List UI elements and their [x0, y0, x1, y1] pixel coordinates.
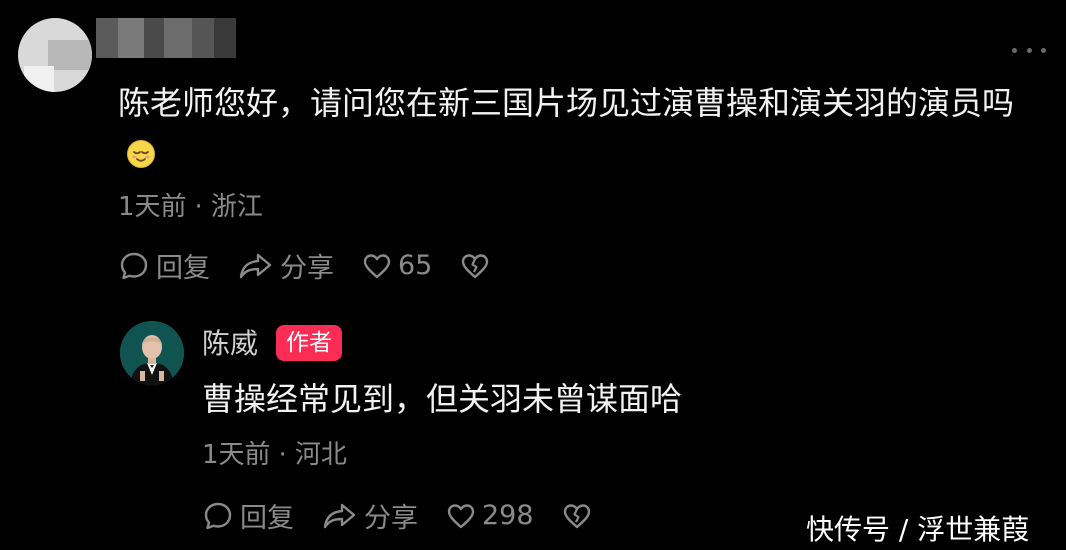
comment-bubble-icon: [120, 252, 148, 279]
comment-body: 陈老师您好，请问您在新三国片场见过演曹操和演关羽的演员吗: [118, 78, 1038, 178]
meta-separator: ·: [194, 192, 203, 222]
reply-action-bar: 回复 分享 298: [202, 496, 620, 535]
author-badge: 作者: [276, 325, 342, 361]
comment-bubble-icon: [204, 502, 232, 529]
more-options-icon[interactable]: [1012, 40, 1046, 60]
relieved-face-emoji-icon: [127, 140, 155, 168]
share-arrow-icon: [323, 503, 356, 528]
share-button[interactable]: 分享: [238, 246, 334, 285]
like-count: 298: [482, 500, 534, 531]
broken-heart-icon: [462, 253, 489, 278]
like-count: 65: [398, 250, 433, 281]
author-username[interactable]: 陈威: [202, 322, 258, 362]
reply-meta: 1天前 · 河北: [202, 434, 347, 471]
share-button[interactable]: 分享: [322, 496, 418, 535]
comment-text: 陈老师您好，请问您在新三国片场见过演曹操和演关羽的演员吗: [118, 84, 1015, 122]
reply-label: 回复: [240, 503, 294, 534]
comment-meta: 1天前 · 浙江: [118, 186, 263, 223]
comment-time: 1天前: [118, 192, 187, 222]
reply-location: 河北: [294, 440, 347, 470]
author-portrait-icon: [120, 321, 184, 385]
reply-button[interactable]: 回复: [118, 246, 210, 285]
heart-icon: [447, 503, 475, 528]
reply-button[interactable]: 回复: [202, 496, 294, 535]
share-arrow-icon: [239, 253, 272, 278]
watermark: 快传号 / 浮世兼葭: [806, 513, 1030, 546]
like-button[interactable]: 298: [446, 500, 534, 531]
comment-action-bar: 回复 分享 65: [118, 246, 518, 285]
like-button[interactable]: 65: [362, 250, 432, 281]
dislike-button[interactable]: [460, 251, 490, 281]
avatar-blurred[interactable]: [18, 18, 92, 92]
reply-text: 曹操经常见到，但关羽未曾谋面哈: [202, 380, 683, 418]
heart-icon: [363, 253, 391, 278]
username-blurred[interactable]: [96, 18, 236, 58]
comment-location: 浙江: [210, 192, 263, 222]
dislike-button[interactable]: [562, 501, 592, 531]
avatar-blur-block: [48, 40, 92, 70]
author-avatar[interactable]: [120, 321, 184, 385]
share-label: 分享: [364, 503, 418, 534]
share-label: 分享: [280, 253, 334, 284]
broken-heart-icon: [563, 503, 590, 528]
reply-time: 1天前: [202, 440, 271, 470]
meta-separator: ·: [278, 440, 287, 470]
reply-label: 回复: [156, 253, 210, 284]
avatar-blur-block: [24, 66, 54, 92]
